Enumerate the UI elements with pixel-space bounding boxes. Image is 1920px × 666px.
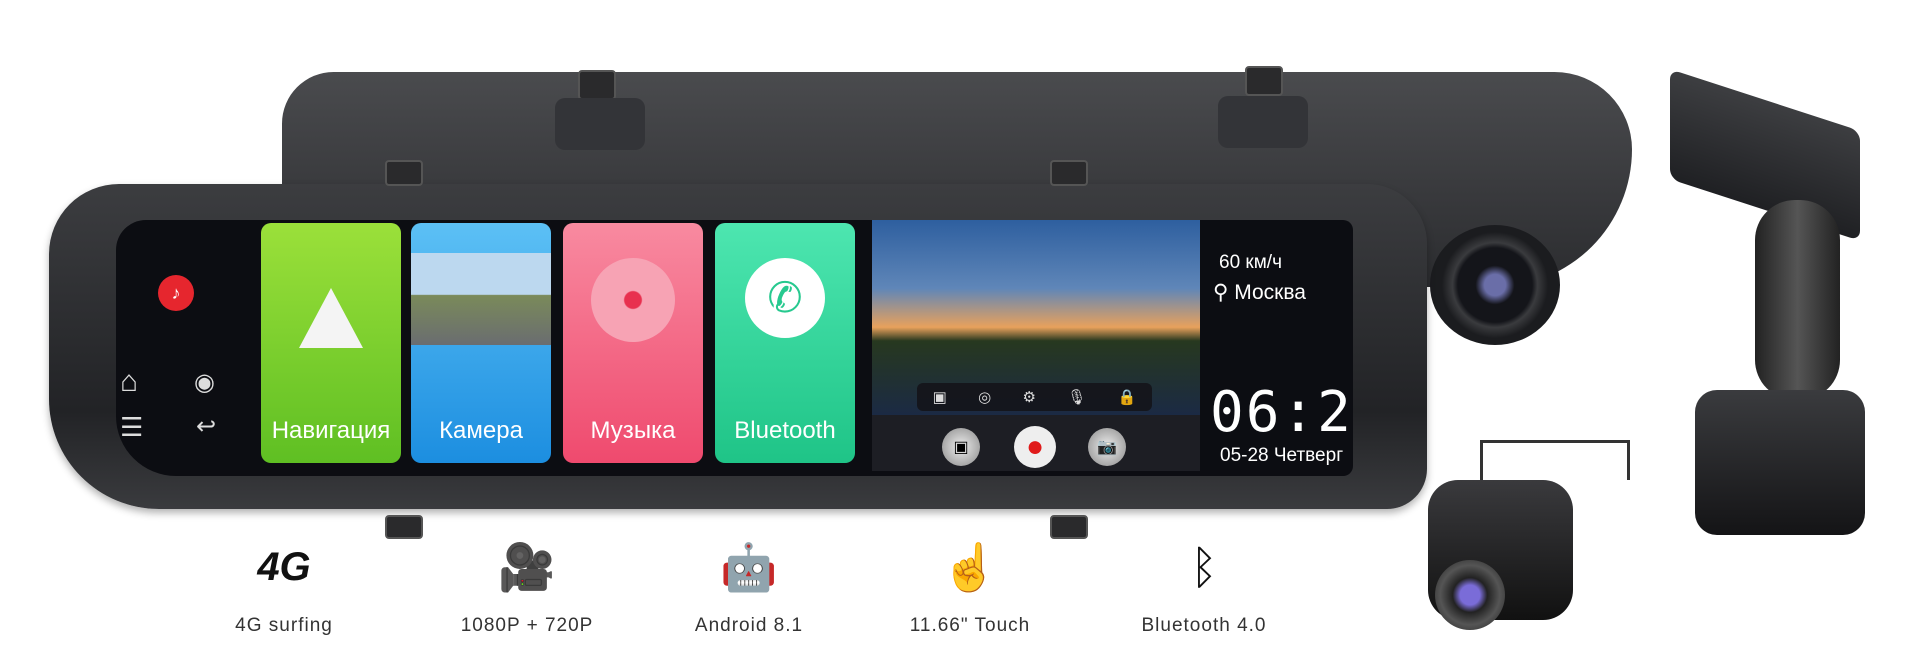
mirror-clip (1050, 515, 1088, 539)
mirror-clip (385, 160, 423, 186)
rear-lens (1430, 225, 1560, 345)
mirror-mount-pad (555, 98, 645, 150)
pip-icon[interactable]: ▣ (933, 388, 947, 406)
feature-touch: ☝ 11.66" Touch (870, 540, 1070, 637)
location-pin-icon: ⚲ (1213, 281, 1235, 304)
music-disc-icon (591, 258, 675, 342)
screen: ♪ ⌂ ◉ ☰ ↩ Навигация Камера Музыка ✆ Blue… (116, 220, 1353, 476)
city-name: Москва (1234, 281, 1306, 304)
gear-icon[interactable]: ⚙ (1023, 388, 1036, 406)
gallery-button[interactable]: ▣ (942, 428, 980, 466)
feature-label: 11.66" Touch (909, 615, 1031, 636)
feature-label: 4G surfing (235, 615, 333, 636)
snapshot-button[interactable]: 📷 (1088, 428, 1126, 466)
feature-bluetooth: ᛒ Bluetooth 4.0 (1104, 540, 1304, 637)
tile-music[interactable]: Музыка (563, 223, 703, 463)
lock-file-icon[interactable]: 🔒 (1118, 388, 1137, 406)
tile-camera[interactable]: Камера (411, 223, 551, 463)
feature-label: Bluetooth 4.0 (1141, 615, 1267, 636)
home-icon[interactable]: ⌂ (120, 365, 138, 399)
feature-android: 🤖 Android 8.1 (649, 540, 849, 637)
feature-4g: 4G 4G surfing (184, 540, 384, 637)
tile-label: Музыка (590, 417, 676, 444)
back-icon[interactable]: ↩ (196, 412, 216, 441)
bluetooth-icon: ᛒ (1190, 541, 1218, 593)
mirror-clip (1050, 160, 1088, 186)
tile-navigation[interactable]: Навигация (261, 223, 401, 463)
tile-label: Камера (439, 417, 523, 444)
microphone-icon[interactable]: 🎙 (1067, 388, 1086, 406)
settings-sliders-icon[interactable]: ☰ (120, 412, 143, 443)
clock: 06:25 (1210, 380, 1353, 445)
feature-label: 1080P + 720P (460, 615, 594, 636)
camera-preview[interactable]: ▣ ◎ ⚙ 🎙 🔒 ▣ ● 📷 (872, 220, 1200, 471)
android-icon: 🤖 (720, 541, 778, 593)
camera-photo-icon (411, 253, 551, 345)
touch-screen-icon: ☝ (941, 541, 999, 593)
phone-icon: ✆ (745, 258, 825, 338)
tile-label: Bluetooth (734, 417, 836, 444)
preview-toolbar: ▣ ◎ ⚙ 🎙 🔒 (917, 383, 1152, 411)
mirror-mount-pad (1218, 96, 1308, 148)
feature-label: Android 8.1 (694, 615, 804, 636)
tile-label: Навигация (271, 417, 391, 444)
mirror-clip (385, 515, 423, 539)
mirror-clip (1245, 66, 1283, 96)
rear-camera-bracket (1480, 440, 1630, 480)
speed-readout: 60 км/ч (1219, 252, 1282, 273)
camera-switch-icon[interactable]: ◉ (194, 368, 215, 397)
date: 05-28 Четверг (1220, 445, 1344, 466)
location: ⚲ Москва (1213, 280, 1306, 305)
rotate-camera-icon[interactable]: ◎ (978, 388, 991, 406)
video-camera-icon: 🎥 (498, 541, 556, 593)
4g-icon: 4G (257, 545, 311, 589)
voice-assistant-icon[interactable]: ♪ (158, 275, 194, 311)
mount-base (1695, 390, 1865, 535)
feature-video: 🎥 1080P + 720P (427, 540, 627, 637)
tile-bluetooth[interactable]: ✆ Bluetooth (715, 223, 855, 463)
navigation-arrow-icon (299, 288, 363, 348)
mirror-clip (578, 70, 616, 100)
mount-arm (1755, 200, 1840, 400)
rear-camera-lens (1435, 560, 1505, 630)
record-button[interactable]: ● (1014, 426, 1056, 468)
